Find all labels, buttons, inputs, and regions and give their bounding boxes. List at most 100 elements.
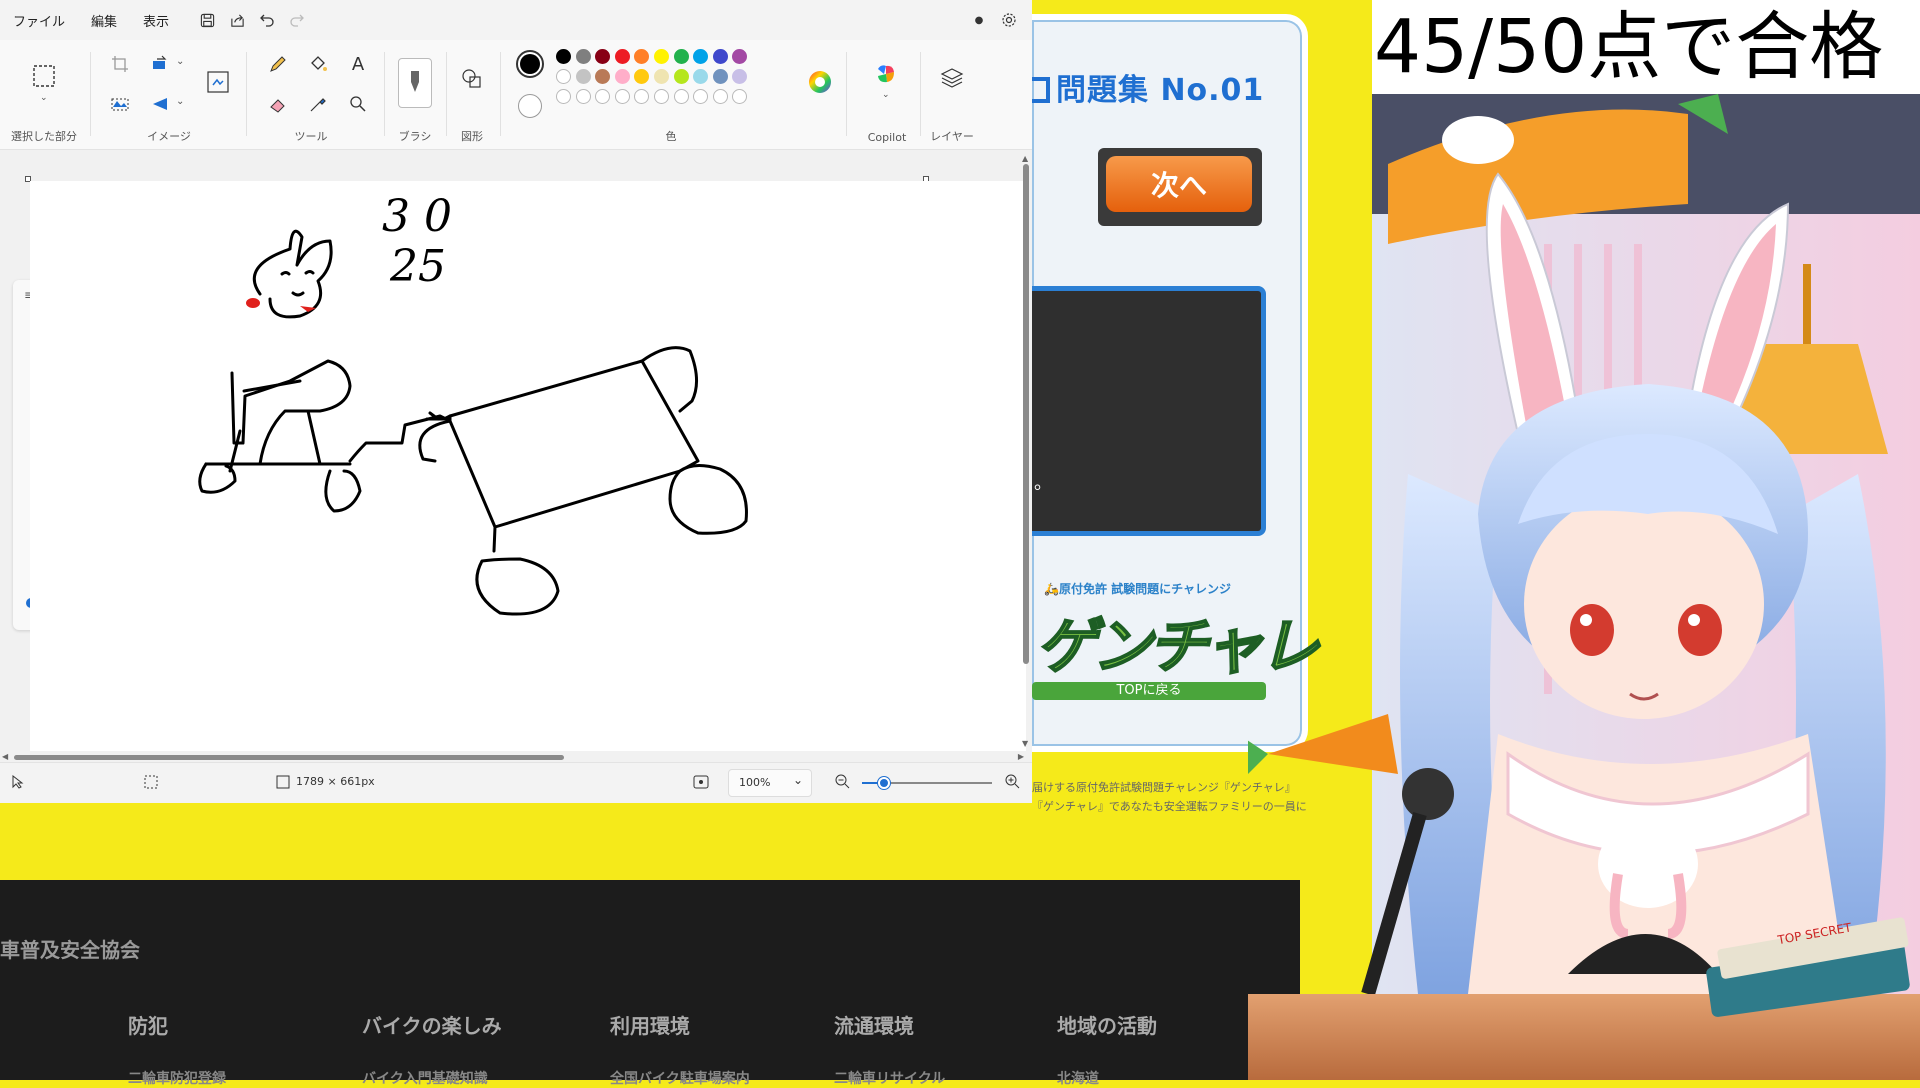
magnifier-icon[interactable] (344, 90, 372, 118)
menu-edit[interactable]: 編集 (78, 0, 130, 40)
footer-nav-crime[interactable]: 防犯 (128, 1010, 168, 1039)
primary-color-swatch[interactable] (516, 50, 544, 78)
share-icon[interactable] (222, 5, 252, 35)
custom-color-slot[interactable] (595, 89, 611, 104)
color-swatch[interactable] (673, 69, 689, 84)
colors-group: 色 (506, 40, 836, 150)
custom-color-slot[interactable] (732, 89, 748, 104)
menu-file[interactable]: ファイル (0, 0, 78, 40)
resize-icon[interactable] (146, 50, 174, 78)
settings-gear-icon[interactable] (994, 5, 1024, 35)
custom-color-slot[interactable] (575, 89, 591, 104)
custom-color-slot[interactable] (654, 89, 669, 104)
drawing-strokes: 3 0 25 (198, 191, 748, 616)
color-swatch[interactable] (614, 49, 630, 64)
footer-nav-usage[interactable]: 利用環境 (610, 1010, 690, 1039)
eraser-icon[interactable] (264, 90, 292, 118)
color-swatch[interactable] (614, 69, 630, 84)
custom-color-slot[interactable] (673, 89, 689, 104)
brush-group: ブラシ (390, 40, 440, 150)
back-to-top-button[interactable]: TOPに戻る (1032, 682, 1266, 700)
shapes-icon[interactable] (458, 64, 486, 92)
color-swatch[interactable] (732, 49, 748, 64)
color-swatch[interactable] (556, 69, 571, 84)
color-swatch[interactable] (732, 69, 748, 84)
color-picker-icon[interactable] (304, 90, 332, 118)
tools-label: ツール (294, 130, 328, 143)
select-rectangle-icon[interactable] (30, 62, 58, 90)
footer-link[interactable]: 二輪車リサイクル (834, 1068, 945, 1088)
scroll-up-icon[interactable]: ▲ (1022, 154, 1028, 163)
color-swatch[interactable] (575, 69, 591, 84)
menu-view[interactable]: 表示 (130, 0, 182, 40)
footer-link[interactable]: 全国バイク駐車場案内 (610, 1068, 750, 1088)
color-swatch[interactable] (693, 49, 709, 64)
color-swatch[interactable] (712, 49, 728, 64)
undo-icon[interactable] (252, 5, 282, 35)
zoom-dropdown[interactable]: 100% ⌄ (728, 769, 812, 797)
selection-group: ⌄ 選択した部分 (0, 40, 88, 150)
footer-link[interactable]: 二輪車防犯登録 (128, 1068, 226, 1088)
color-swatch[interactable] (634, 69, 650, 84)
footer-nav-regional[interactable]: 地域の活動 (1057, 1010, 1157, 1039)
zoom-slider[interactable] (862, 777, 992, 789)
site-footer: 車普及安全協会 防犯 バイクの楽しみ 利用環境 流通環境 地域の活動 二輪車防犯… (0, 880, 1300, 1087)
account-icon[interactable]: ● (964, 5, 994, 35)
color-swatch[interactable] (595, 69, 611, 84)
book-icon (1032, 77, 1050, 103)
horizontal-scrollbar[interactable]: ◀ ▶ (0, 752, 1032, 762)
footer-nav-bike-fun[interactable]: バイクの楽しみ (362, 1010, 502, 1039)
fill-bucket-icon[interactable] (304, 50, 332, 78)
copilot-icon[interactable] (872, 60, 900, 88)
chevron-down-icon[interactable]: ⌄ (882, 90, 890, 100)
color-swatch[interactable] (673, 49, 689, 64)
custom-color-slot[interactable] (712, 89, 728, 104)
color-swatch[interactable] (595, 49, 611, 64)
custom-color-slot[interactable] (614, 89, 630, 104)
scroll-right-icon[interactable]: ▶ (1018, 752, 1024, 761)
color-swatch[interactable] (654, 69, 669, 84)
color-swatch[interactable] (712, 69, 728, 84)
colors-label: 色 (665, 130, 677, 143)
fit-to-window-icon[interactable] (693, 775, 709, 792)
text-tool-icon[interactable]: A (344, 50, 372, 78)
zoom-in-icon[interactable] (1004, 773, 1020, 792)
scooter-icon: 🛵 (1044, 582, 1059, 596)
footer-link[interactable]: バイク入門基礎知識 (362, 1068, 488, 1088)
image-select-icon[interactable] (106, 90, 134, 118)
edit-colors-icon[interactable] (806, 68, 834, 96)
layers-icon[interactable] (938, 64, 966, 92)
zoom-out-icon[interactable] (834, 773, 850, 792)
pencil-icon[interactable] (264, 50, 292, 78)
scroll-left-icon[interactable]: ◀ (2, 752, 8, 761)
footer-link[interactable]: 北海道 (1057, 1068, 1099, 1088)
next-button[interactable]: 次へ (1106, 156, 1252, 212)
chevron-down-icon[interactable]: ⌄ (40, 93, 48, 103)
color-swatch[interactable] (556, 49, 571, 64)
color-swatch[interactable] (654, 49, 669, 64)
custom-color-slot[interactable] (634, 89, 650, 104)
ribbon-toolbar: ⌄ 選択した部分 ⌄ ⌄ イメージ A ツール ブラシ 図形 色 ⌄ Copil… (0, 40, 1032, 150)
color-swatch[interactable] (693, 69, 709, 84)
image-expand-icon[interactable] (204, 68, 232, 96)
crop-icon[interactable] (106, 50, 134, 78)
custom-color-slot[interactable] (556, 89, 571, 104)
chevron-down-icon[interactable]: ⌄ (176, 96, 184, 107)
color-swatch[interactable] (575, 49, 591, 64)
secondary-color-swatch[interactable] (518, 94, 542, 118)
chevron-down-icon[interactable]: ⌄ (176, 56, 184, 67)
zoom-slider-thumb[interactable] (878, 777, 890, 789)
drawing-text-line-2: 25 (389, 241, 446, 292)
brush-icon[interactable] (398, 58, 432, 108)
drawing-canvas[interactable]: 3 0 25 (30, 181, 1026, 751)
flip-icon[interactable] (146, 90, 174, 118)
scroll-down-icon[interactable]: ▼ (1022, 739, 1028, 748)
zoom-value: 100% (739, 776, 771, 789)
footer-nav-distribution[interactable]: 流通環境 (834, 1010, 914, 1039)
vertical-scrollbar[interactable]: ▲ ▼ (1022, 150, 1030, 762)
custom-color-slot[interactable] (693, 89, 709, 104)
color-swatch[interactable] (634, 49, 650, 64)
redo-icon[interactable] (282, 5, 312, 35)
vtuber-avatar-scene: TOP SECRET (1238, 94, 1920, 1080)
save-icon[interactable] (192, 5, 222, 35)
